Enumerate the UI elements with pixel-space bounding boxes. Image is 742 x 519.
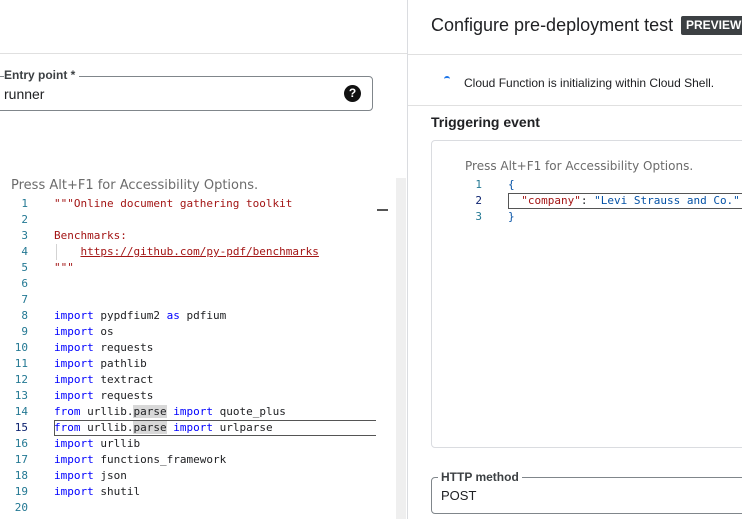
event-editor-accessibility-hint: Press Alt+F1 for Accessibility Options.	[465, 159, 694, 173]
line-number: 19	[14, 485, 28, 498]
json-text[interactable]: {	[508, 177, 515, 193]
test-config-panel: Configure pre-deployment test PREVIEW Cl…	[408, 0, 742, 519]
code-text[interactable]: """Online document gathering toolkit	[54, 196, 292, 212]
line-number: 11	[14, 357, 28, 370]
code-line[interactable]: 5 """	[0, 260, 376, 276]
code-editor[interactable]: 1 """Online document gathering toolkit 2 3 B…	[0, 196, 376, 519]
line-number: 9	[21, 325, 28, 338]
code-line[interactable]: 7	[0, 292, 376, 308]
code-line[interactable]: 16 import urllib	[0, 436, 376, 452]
code-text[interactable]: import requests	[54, 340, 153, 356]
code-line[interactable]: 19 import shutil	[0, 484, 376, 500]
code-line[interactable]: 4 https://github.com/py-pdf/benchmarks	[0, 244, 376, 260]
editor-scrollbar[interactable]	[369, 178, 407, 519]
code-text[interactable]: from urllib.parse import urlparse	[54, 420, 273, 436]
code-line[interactable]: 10 import requests	[0, 340, 376, 356]
status-message: Cloud Function is initializing within Cl…	[464, 76, 715, 90]
json-line[interactable]: 2 "company": "Levi Strauss and Co."	[432, 193, 742, 209]
code-text[interactable]: import pathlib	[54, 356, 147, 372]
loading-spinner-icon	[444, 76, 450, 82]
line-number: 2	[21, 213, 28, 226]
json-text[interactable]: }	[508, 209, 515, 225]
line-number: 5	[21, 261, 28, 274]
code-line[interactable]: 1 """Online document gathering toolkit	[0, 196, 376, 212]
line-number: 18	[14, 469, 28, 482]
code-line[interactable]: 2	[0, 212, 376, 228]
source-pane: Entry point * runner ? Press Alt+F1 for …	[0, 0, 407, 519]
code-line[interactable]: 9 import os	[0, 324, 376, 340]
line-number: 10	[14, 341, 28, 354]
title-divider	[408, 54, 742, 55]
line-number: 3	[475, 210, 482, 223]
json-line[interactable]: 1{	[432, 177, 742, 193]
code-line[interactable]: 15 from urllib.parse import urlparse	[0, 420, 376, 436]
line-number: 20	[14, 501, 28, 514]
code-text[interactable]: import json	[54, 468, 127, 484]
http-method-value[interactable]: POST	[441, 488, 476, 503]
code-line[interactable]: 11 import pathlib	[0, 356, 376, 372]
code-line[interactable]: 13 import requests	[0, 388, 376, 404]
code-line[interactable]: 17 import functions_framework	[0, 452, 376, 468]
code-text[interactable]: """	[54, 260, 74, 276]
code-text[interactable]: import pypdfium2 as pdfium	[54, 308, 226, 324]
line-number: 8	[21, 309, 28, 322]
line-number: 16	[14, 437, 28, 450]
code-text[interactable]: https://github.com/py-pdf/benchmarks	[54, 244, 319, 260]
line-number: 1	[475, 178, 482, 191]
panel-title: Configure pre-deployment test	[431, 15, 674, 35]
code-text[interactable]: Benchmarks:	[54, 228, 127, 244]
triggering-event-editor[interactable]: Press Alt+F1 for Accessibility Options. …	[431, 140, 742, 448]
line-number: 6	[21, 277, 28, 290]
line-number: 7	[21, 293, 28, 306]
code-text[interactable]: import urllib	[54, 436, 140, 452]
entry-point-label: Entry point *	[4, 68, 80, 82]
code-line[interactable]: 8 import pypdfium2 as pdfium	[0, 308, 376, 324]
code-text[interactable]: import requests	[54, 388, 153, 404]
code-text[interactable]: import shutil	[54, 484, 140, 500]
http-method-label: HTTP method	[438, 470, 522, 484]
line-number: 1	[21, 197, 28, 210]
json-text[interactable]: "company": "Levi Strauss and Co."	[508, 193, 740, 209]
code-text[interactable]: from urllib.parse import quote_plus	[54, 404, 286, 420]
left-header-bar	[0, 0, 407, 54]
line-number: 2	[475, 194, 482, 207]
json-line[interactable]: 3}	[432, 209, 742, 225]
help-icon[interactable]: ?	[344, 85, 361, 102]
code-line[interactable]: 3 Benchmarks:	[0, 228, 376, 244]
code-text[interactable]: import functions_framework	[54, 452, 226, 468]
preview-badge: PREVIEW	[681, 16, 742, 35]
line-number: 17	[14, 453, 28, 466]
line-number: 13	[14, 389, 28, 402]
line-number: 3	[21, 229, 28, 242]
code-line[interactable]: 12 import textract	[0, 372, 376, 388]
code-line[interactable]: 14 from urllib.parse import quote_plus	[0, 404, 376, 420]
scrollbar-track[interactable]	[396, 178, 406, 519]
triggering-event-label: Triggering event	[431, 114, 540, 130]
line-number: 4	[21, 245, 28, 258]
code-line[interactable]: 20	[0, 500, 376, 516]
line-number: 12	[14, 373, 28, 386]
code-line[interactable]: 18 import json	[0, 468, 376, 484]
code-text[interactable]: import os	[54, 324, 114, 340]
line-number: 14	[14, 405, 28, 418]
code-line[interactable]: 6	[0, 276, 376, 292]
entry-point-input[interactable]: runner	[4, 86, 44, 102]
line-number: 15	[14, 421, 28, 434]
status-divider	[408, 105, 742, 106]
overview-ruler-marker	[377, 209, 388, 211]
editor-accessibility-hint: Press Alt+F1 for Accessibility Options.	[11, 178, 259, 193]
code-text[interactable]: import textract	[54, 372, 153, 388]
